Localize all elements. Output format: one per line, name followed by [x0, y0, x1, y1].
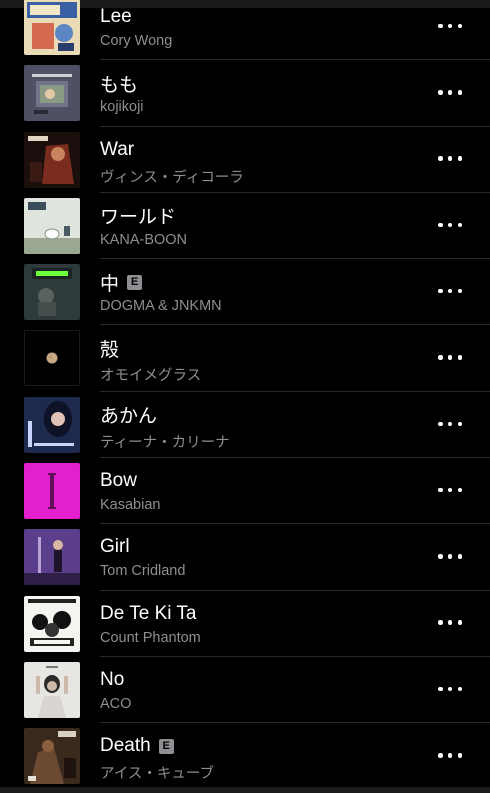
explicit-badge: E — [158, 738, 174, 754]
ellipsis-icon[interactable] — [438, 745, 462, 765]
rocky-iv-album-art — [24, 131, 80, 188]
ellipsis-icon[interactable] — [438, 149, 462, 169]
song-row-naka[interactable]: 中 E DOGMA & JNKMN — [0, 259, 490, 326]
song-row-kara[interactable]: 殻 オモイメグラス — [0, 325, 490, 392]
song-row-death[interactable]: Death E アイス・キューブ — [0, 723, 490, 789]
ellipsis-icon[interactable] — [438, 546, 462, 566]
song-title: あかん — [100, 406, 158, 428]
song-artist: Tom Cridland — [100, 563, 186, 580]
song-artist: Count Phantom — [100, 629, 201, 646]
song-list: Lee Cory Wong もも kojikoji War ヴィンス・ディコーラ… — [0, 0, 490, 790]
song-artist: KANA-BOON — [100, 231, 188, 248]
darc-album-art — [24, 264, 80, 321]
song-artist: Kasabian — [100, 497, 161, 514]
song-title: Bow — [100, 470, 137, 492]
song-row-world[interactable]: ワールド KANA-BOON — [0, 193, 490, 260]
tom-cridland-album-art — [24, 529, 80, 586]
ellipsis-icon[interactable] — [438, 480, 462, 500]
song-row-akan[interactable]: あかん ティーナ・カリーナ — [0, 392, 490, 459]
song-artist: オモイメグラス — [100, 368, 202, 385]
song-row-no[interactable]: No ACO — [0, 657, 490, 724]
song-artist: ヴィンス・ディコーラ — [100, 169, 244, 186]
song-row-momo[interactable]: もも kojikoji — [0, 60, 490, 127]
tina-karina-album-art — [24, 396, 80, 453]
song-title: War — [100, 138, 135, 160]
explicit-badge: E — [127, 274, 143, 290]
song-row-de-te-ki-ta[interactable]: De Te Ki Ta Count Phantom — [0, 591, 490, 657]
song-title: Death — [100, 735, 151, 757]
kana-boon-album-art — [24, 197, 80, 254]
ellipsis-icon[interactable] — [438, 347, 462, 367]
ellipsis-icon[interactable] — [438, 613, 462, 633]
bottom-bar-edge — [0, 787, 490, 793]
song-title: No — [100, 668, 125, 690]
song-row-lee[interactable]: Lee Cory Wong — [0, 0, 490, 61]
aco-album-art — [24, 661, 80, 718]
ellipsis-icon[interactable] — [438, 215, 462, 235]
song-title: ワールド — [100, 207, 177, 229]
song-title: Lee — [100, 6, 132, 27]
song-title: 殻 — [100, 339, 120, 361]
song-title: Girl — [100, 536, 130, 558]
ellipsis-icon[interactable] — [438, 16, 462, 36]
song-row-girl[interactable]: Girl Tom Cridland — [0, 524, 490, 591]
kasabian-album-art — [24, 463, 80, 520]
song-artist: DOGMA & JNKMN — [100, 298, 222, 315]
ellipsis-icon[interactable] — [438, 414, 462, 434]
song-row-bow[interactable]: Bow Kasabian — [0, 458, 490, 525]
kojikoji-album-art — [24, 65, 80, 122]
cory-wong-album-art — [24, 0, 80, 55]
moon-album-art — [24, 330, 80, 387]
song-title: もも — [100, 74, 139, 96]
song-title: 中 — [100, 273, 120, 295]
song-artist: アイス・キューブ — [100, 766, 214, 783]
ellipsis-icon[interactable] — [438, 82, 462, 102]
song-artist: ACO — [100, 695, 132, 712]
ellipsis-icon[interactable] — [438, 679, 462, 699]
count-phantom-album-art — [24, 595, 80, 652]
song-artist: ティーナ・カリーナ — [100, 434, 230, 451]
song-artist: kojikoji — [100, 99, 144, 116]
ellipsis-icon[interactable] — [438, 281, 462, 301]
ice-cube-album-art — [24, 728, 80, 785]
song-row-war[interactable]: War ヴィンス・ディコーラ — [0, 127, 490, 193]
song-artist: Cory Wong — [100, 33, 173, 49]
song-title: De Te Ki Ta — [100, 602, 197, 624]
